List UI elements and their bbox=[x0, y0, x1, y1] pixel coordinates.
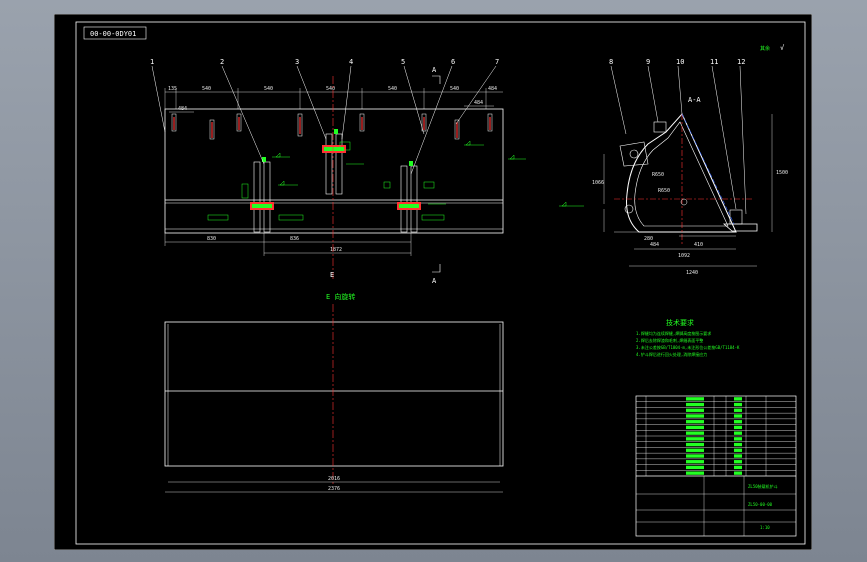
dim-top-3: 540 bbox=[264, 86, 273, 92]
tech-req-line-3: 3.未注公差按GB/T1804-m,未注形位公差按GB/T1184-K bbox=[636, 344, 740, 350]
title-block-part-name bbox=[686, 442, 704, 447]
title-block-part-qty bbox=[734, 408, 742, 412]
title-block-number: ZL50-00-00 bbox=[748, 502, 773, 507]
dim-top-4: 540 bbox=[326, 86, 335, 92]
side-dim-484: 484 bbox=[650, 242, 659, 248]
dim-bottom-2: 836 bbox=[290, 236, 299, 242]
side-dim-410: 410 bbox=[694, 242, 703, 248]
balloon-2: 2 bbox=[220, 58, 224, 66]
bottom-view-title: E 向旋转 bbox=[326, 292, 355, 301]
side-dim-1092: 1092 bbox=[678, 253, 690, 259]
balloon-12: 12 bbox=[737, 58, 745, 66]
drawing-code-text: 00-00-0DY01 bbox=[90, 30, 136, 38]
title-block-part-qty bbox=[734, 442, 742, 447]
cad-viewport[interactable]: 00-00-0DY01 135 540 540 540 540 540 484 … bbox=[54, 14, 812, 550]
section-label-aa: A-A bbox=[688, 96, 701, 104]
title-block-part-qty bbox=[734, 448, 742, 452]
balloon-1: 1 bbox=[150, 58, 154, 66]
title-block-part-qty bbox=[734, 397, 742, 401]
tech-req-line-2: 2.焊后去除焊渣和毛刺,焊缝表面平整 bbox=[636, 337, 703, 343]
side-dim-1066: 1066 bbox=[592, 180, 604, 186]
title-block-part-qty bbox=[734, 425, 742, 430]
balloon-11: 11 bbox=[710, 58, 718, 66]
engineering-drawing: 00-00-0DY01 135 540 540 540 540 540 484 … bbox=[54, 14, 812, 550]
title-block-title: ZL50装载机铲斗 bbox=[748, 483, 778, 489]
dim-small-1: 484 bbox=[178, 106, 187, 112]
title-block-part-qty bbox=[734, 437, 742, 441]
title-block-part-name bbox=[686, 414, 704, 418]
title-block-part-qty bbox=[734, 460, 742, 464]
dim-bottom-view-2: 2376 bbox=[328, 486, 340, 492]
title-block-part-qty bbox=[734, 402, 742, 407]
balloon-5: 5 bbox=[401, 58, 405, 66]
section-mark-e: E bbox=[330, 271, 334, 279]
dim-top-6: 540 bbox=[450, 86, 459, 92]
dim-top-5: 540 bbox=[388, 86, 397, 92]
title-block-part-name bbox=[686, 408, 704, 412]
dim-top-1: 135 bbox=[168, 86, 177, 92]
tech-req-line-4: 4.铲斗焊后进行回火处理,消除焊接应力 bbox=[636, 351, 707, 357]
title-block-part-name bbox=[686, 471, 704, 475]
side-dim-1500: 1500 bbox=[776, 170, 788, 176]
title-block-part-qty bbox=[734, 414, 742, 418]
radius-label-1: R650 bbox=[652, 172, 664, 178]
title-block-part-name bbox=[686, 437, 704, 441]
title-block-part-name bbox=[686, 460, 704, 464]
title-block-part-name bbox=[686, 425, 704, 430]
title-block-part-name bbox=[686, 465, 704, 470]
dim-bottom-view-1: 2016 bbox=[328, 476, 340, 482]
surface-finish-note: 其余 bbox=[760, 45, 770, 52]
title-block-part-name bbox=[686, 431, 704, 435]
title-block-part-name bbox=[686, 448, 704, 452]
dim-top-2: 540 bbox=[202, 86, 211, 92]
title-block-part-name bbox=[686, 420, 704, 424]
radius-label-2: R650 bbox=[658, 188, 670, 194]
title-block-part-qty bbox=[734, 420, 742, 424]
title-block-part-name bbox=[686, 454, 704, 458]
balloon-7: 7 bbox=[495, 58, 499, 66]
title-block-part-qty bbox=[734, 431, 742, 435]
title-block-part-qty bbox=[734, 454, 742, 458]
dim-top-7: 484 bbox=[488, 86, 497, 92]
dim-bottom-3: 1872 bbox=[330, 247, 342, 253]
dim-small-2: 484 bbox=[474, 100, 483, 106]
title-block-part-name bbox=[686, 397, 704, 401]
title-block-part-qty bbox=[734, 471, 742, 475]
balloon-9: 9 bbox=[646, 58, 650, 66]
side-dim-1240: 1240 bbox=[686, 270, 698, 276]
tech-req-line-1: 1.焊缝均为连续焊缝,焊脚高度按图示要求 bbox=[636, 330, 711, 336]
balloon-10: 10 bbox=[676, 58, 684, 66]
title-block-part-qty bbox=[734, 465, 742, 470]
title-block-scale: 1:10 bbox=[760, 525, 770, 530]
title-block-part-name bbox=[686, 402, 704, 407]
balloon-8: 8 bbox=[609, 58, 613, 66]
balloon-3: 3 bbox=[295, 58, 299, 66]
balloon-4: 4 bbox=[349, 58, 353, 66]
tech-req-title: 技术要求 bbox=[666, 318, 694, 327]
balloon-6: 6 bbox=[451, 58, 455, 66]
dim-bottom-1: 830 bbox=[207, 236, 216, 242]
